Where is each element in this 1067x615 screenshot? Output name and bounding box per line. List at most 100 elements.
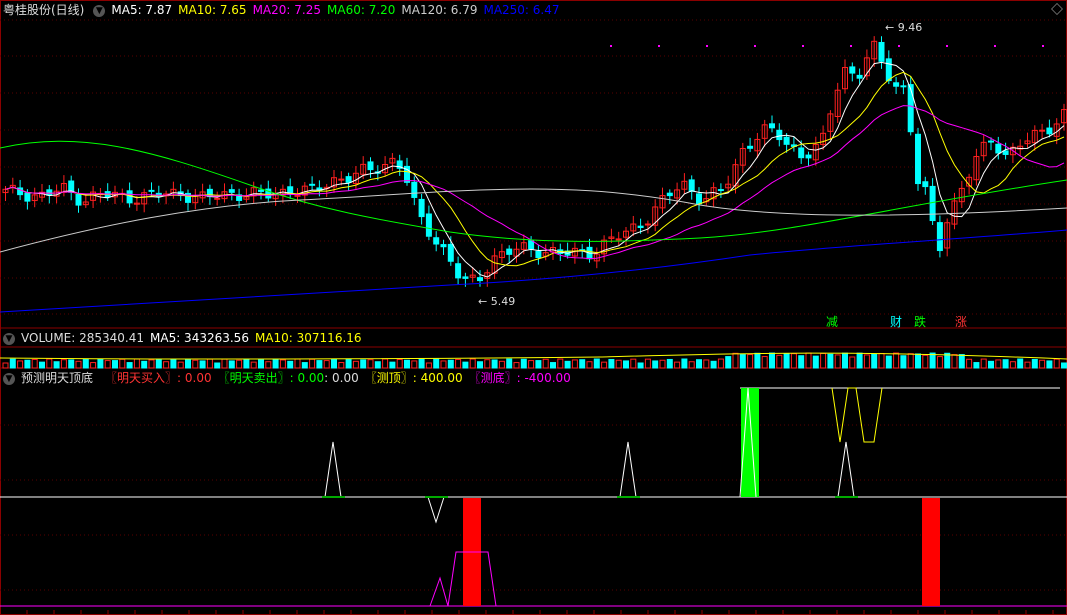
volume-bar (542, 358, 549, 369)
volume-bar (637, 362, 644, 369)
volume-bar (396, 358, 403, 369)
volume-bar (1046, 360, 1053, 369)
volume-bar (703, 359, 710, 369)
ma60-line (0, 140, 1067, 242)
volume-bar (535, 360, 542, 369)
indicator-top-curve (831, 387, 883, 443)
candle-body (907, 84, 914, 133)
volume-bar (170, 358, 177, 369)
volume-bar (287, 360, 294, 369)
volume-bar (849, 356, 856, 369)
volume-bar (316, 360, 323, 369)
volume-bar (345, 358, 352, 369)
volume-bar (805, 352, 812, 369)
volume-bar (586, 361, 593, 369)
volume-bar (112, 360, 118, 369)
candle-body (900, 85, 907, 88)
candle-body (783, 136, 790, 145)
candle-body (345, 176, 352, 183)
volume-bar (206, 358, 213, 369)
volume-bar (571, 359, 578, 369)
candle-body (1002, 150, 1009, 155)
signal-label: 跌 (914, 314, 926, 329)
candle-body (936, 222, 943, 252)
indicator-top: 〖测顶〗: 400.00 (364, 371, 463, 385)
dropdown-icon[interactable]: ▼ (93, 4, 106, 17)
candle-body (75, 193, 82, 206)
volume-bar (236, 359, 243, 369)
volume-bar (68, 359, 75, 369)
volume-bar (1017, 358, 1024, 369)
volume-ma10: MA10: 307116.16 (254, 331, 362, 345)
volume-bar (258, 358, 264, 369)
marker-dot (610, 45, 612, 47)
ma-item: MA250: 6.47 (483, 3, 560, 17)
candle-body (798, 147, 805, 159)
volume-bar (812, 355, 819, 369)
volume-bar (966, 358, 973, 369)
candle-body (528, 240, 535, 250)
volume-bar (418, 358, 425, 369)
volume-bar (374, 361, 381, 369)
candle-body (688, 179, 695, 192)
candle-body (214, 197, 221, 200)
volume-bar (133, 358, 140, 369)
marker-dot (658, 45, 660, 47)
volume-bar (53, 361, 60, 369)
volume-bar (893, 352, 900, 369)
candle-body (637, 225, 644, 229)
candle-body (433, 237, 440, 245)
volume-bar (17, 360, 24, 369)
indicator-title: 预测明天顶底 (21, 371, 94, 385)
candle-body (995, 143, 1002, 154)
volume-ma (0, 352, 1067, 360)
marker-dot (802, 45, 804, 47)
marker-dot (1042, 45, 1044, 47)
volume-bar (1002, 359, 1009, 369)
volume-bar (922, 354, 929, 369)
dropdown-icon[interactable]: ▼ (3, 372, 15, 385)
volume-bar (433, 358, 440, 369)
volume-bar (228, 360, 235, 369)
candle-body (440, 244, 447, 248)
volume-bar (498, 360, 505, 369)
signal-label: 财 (890, 315, 902, 329)
kline-chart[interactable]: ← 9.46 ← 5.49 减 财跌 涨 (0, 0, 1067, 615)
volume-bar (360, 359, 367, 369)
volume-bar (863, 354, 870, 369)
volume-bar (477, 361, 483, 369)
volume-bar (155, 359, 162, 369)
volume-bar (46, 358, 53, 369)
signal-label: 涨 (955, 314, 967, 329)
volume-bar (564, 360, 571, 369)
candle-body (849, 66, 856, 74)
ma-item: MA5: 7.87 (111, 3, 173, 17)
volume-bar (265, 361, 272, 369)
candle-body (411, 181, 418, 198)
dropdown-icon[interactable]: ▼ (3, 332, 15, 345)
volume-bar (2, 362, 9, 369)
candle-body (776, 129, 783, 141)
volume-bar (732, 352, 739, 369)
candle-body (338, 178, 345, 181)
marker-dot (706, 45, 708, 47)
candle-body (769, 123, 775, 129)
volume-bar (623, 360, 629, 369)
volume-bar (97, 358, 104, 369)
volume-bar (447, 359, 454, 369)
volume-bar (279, 359, 286, 369)
volume-bar (469, 358, 476, 369)
volume-bar (995, 359, 1002, 369)
volume-bar (557, 358, 564, 369)
stock-name: 粤桂股份(日线) (3, 3, 85, 17)
marker-dot (994, 45, 996, 47)
candle-body (988, 140, 994, 143)
candle-body (462, 276, 469, 279)
volume-bar (425, 362, 432, 369)
candle-body (856, 74, 863, 79)
ma-item: MA60: 7.20 (327, 3, 396, 17)
volume-bar (644, 358, 651, 369)
volume-bar (520, 358, 527, 369)
volume-bar (674, 361, 681, 369)
ma-item: MA20: 7.25 (252, 3, 321, 17)
